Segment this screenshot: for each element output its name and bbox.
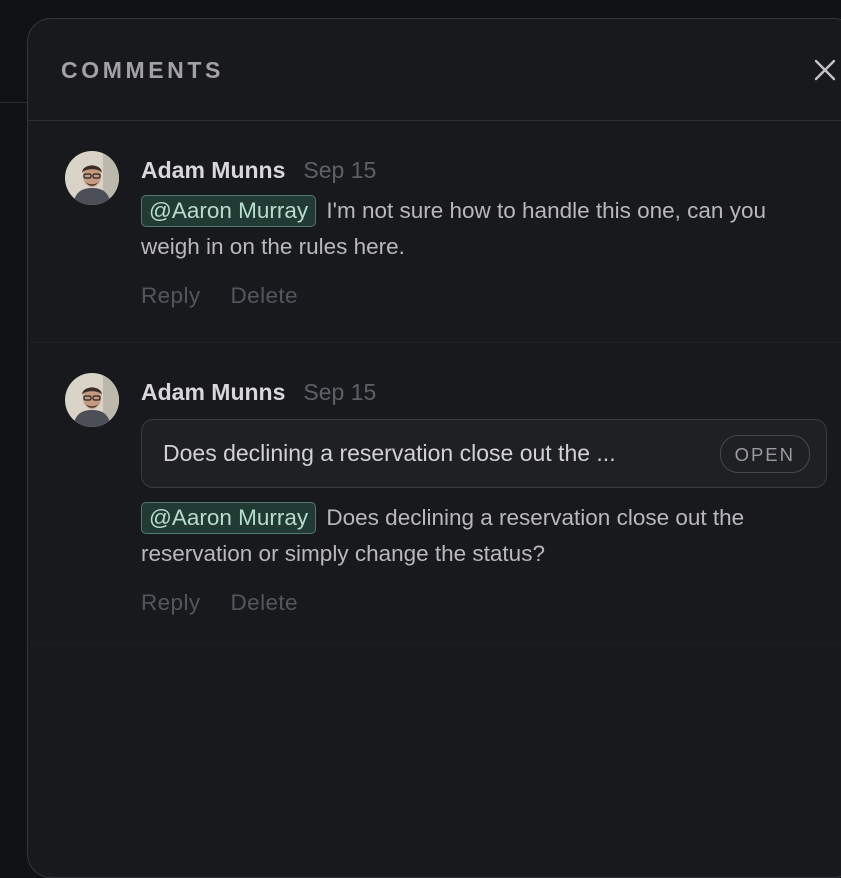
close-icon	[814, 59, 836, 81]
comment-item: Adam Munns Sep 15 Does declining a reser…	[28, 343, 841, 645]
reply-button[interactable]: Reply	[141, 590, 201, 616]
mention-tag[interactable]: @Aaron Murray	[141, 195, 317, 227]
comment-item: Adam Munns Sep 15 @Aaron Murray I'm not …	[28, 121, 841, 343]
author-name: Adam Munns	[141, 378, 286, 405]
comment-meta: Adam Munns Sep 15	[141, 151, 831, 189]
comment-date: Sep 15	[303, 156, 377, 183]
comment-text: @Aaron Murray I'm not sure how to handle…	[141, 193, 821, 265]
avatar[interactable]	[65, 151, 119, 205]
comments-panel: COMMENTS Adam Munns Sep 15 @Aaron Murray…	[27, 18, 841, 878]
thread-title: Does declining a reservation close out t…	[163, 440, 616, 466]
mention-tag[interactable]: @Aaron Murray	[141, 502, 317, 534]
comment-meta: Adam Munns Sep 15	[141, 373, 831, 411]
comment-body: Adam Munns Sep 15 Does declining a reser…	[141, 373, 831, 616]
panel-title: COMMENTS	[61, 57, 224, 83]
user-avatar-icon	[65, 151, 119, 205]
delete-button[interactable]: Delete	[231, 283, 298, 309]
comment-actions: Reply Delete	[141, 283, 831, 309]
status-badge: OPEN	[719, 434, 810, 473]
comment-body: Adam Munns Sep 15 @Aaron Murray I'm not …	[141, 151, 831, 309]
comment-text: @Aaron Murray Does declining a reservati…	[141, 500, 821, 572]
backdrop-divider	[0, 102, 28, 103]
panel-header: COMMENTS	[28, 19, 841, 121]
author-name: Adam Munns	[141, 156, 286, 183]
close-button[interactable]	[808, 53, 841, 87]
comment-date: Sep 15	[303, 378, 377, 405]
reply-button[interactable]: Reply	[141, 283, 201, 309]
linked-thread-card[interactable]: Does declining a reservation close out t…	[141, 419, 827, 488]
user-avatar-icon	[65, 373, 119, 427]
delete-button[interactable]: Delete	[231, 590, 298, 616]
comment-actions: Reply Delete	[141, 590, 831, 616]
avatar[interactable]	[65, 373, 119, 427]
